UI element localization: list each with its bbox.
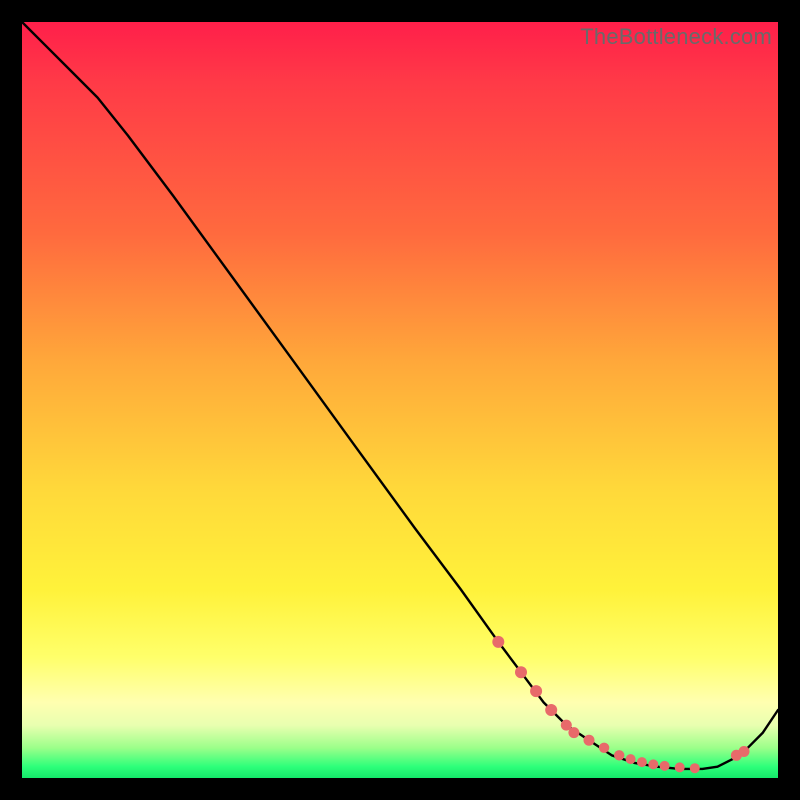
bottleneck-curve — [22, 22, 778, 769]
marker-dot — [614, 750, 624, 760]
curve-svg — [22, 22, 778, 778]
marker-dot — [530, 685, 542, 697]
chart-stage: TheBottleneck.com — [0, 0, 800, 800]
plot-area: TheBottleneck.com — [22, 22, 778, 778]
marker-dot — [626, 754, 636, 764]
marker-dot — [568, 727, 579, 738]
marker-dot — [545, 704, 557, 716]
marker-dot — [648, 759, 658, 769]
marker-dot — [739, 746, 750, 757]
marker-dots — [492, 636, 749, 773]
marker-dot — [515, 666, 527, 678]
marker-dot — [599, 743, 609, 753]
marker-dot — [637, 757, 647, 767]
marker-dot — [660, 761, 670, 771]
marker-dot — [690, 763, 700, 773]
marker-dot — [675, 762, 685, 772]
marker-dot — [492, 636, 504, 648]
marker-dot — [584, 735, 595, 746]
